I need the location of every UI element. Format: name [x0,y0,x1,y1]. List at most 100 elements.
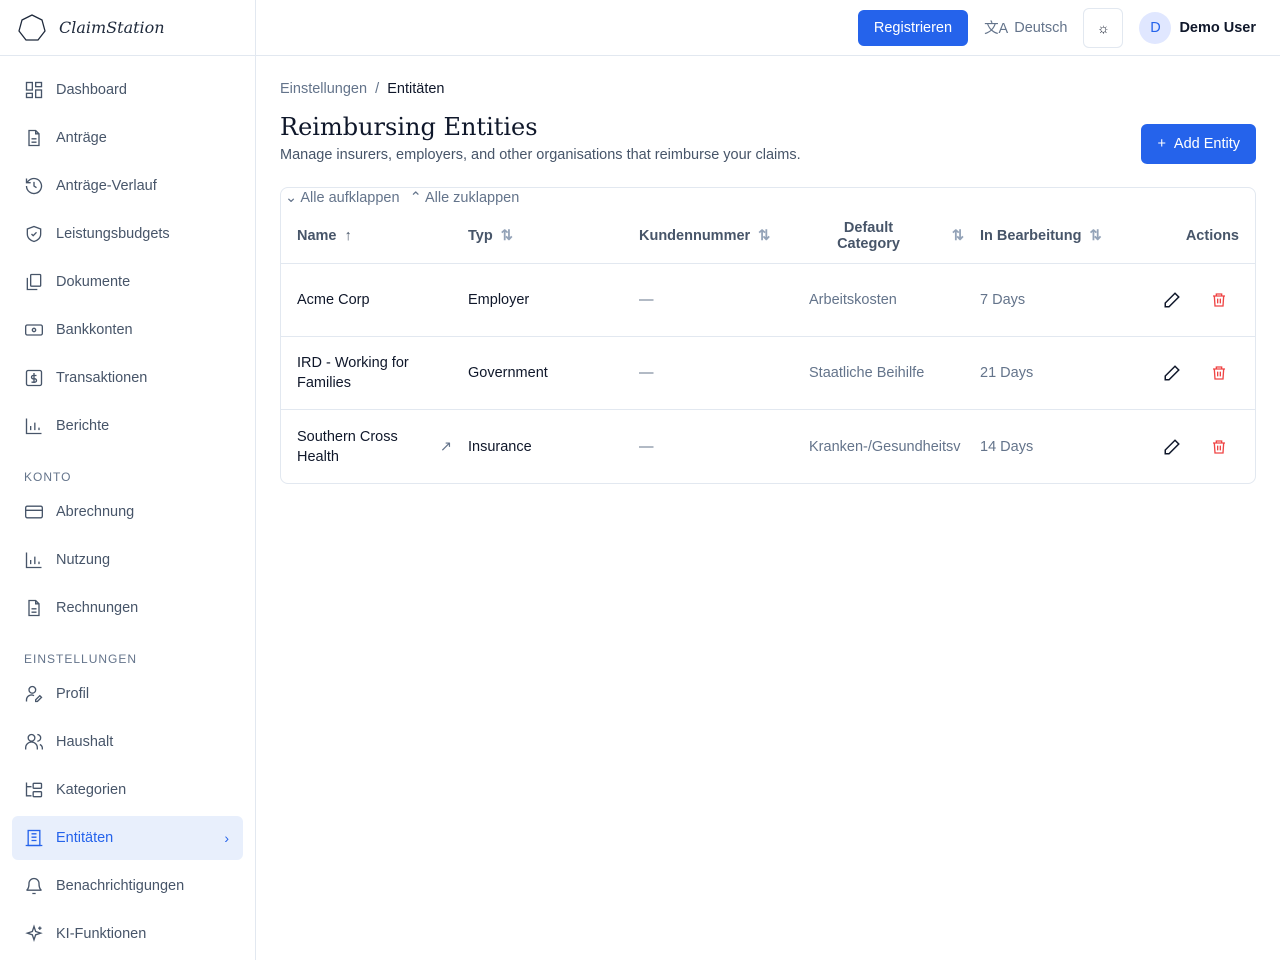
language-label: Deutsch [1014,19,1068,36]
column-label: Typ [468,227,493,244]
sort-icon: ⇅ [758,227,771,244]
sidebar-item-label: Kategorien [56,782,127,798]
delete-icon[interactable] [1211,438,1227,456]
ki-funktionen-icon [25,924,43,942]
sidebar: ClaimStation Dashboard Anträge Anträge-Ver… [0,0,256,960]
sidebar-item-abrechnung[interactable]: Abrechnung [12,490,243,534]
dashboard-icon [25,81,43,99]
sidebar-section-title: EINSTELLUNGEN [24,652,138,666]
plus-icon: + [1157,136,1166,152]
sidebar-item-antr-ge[interactable]: Anträge [12,116,243,160]
entities-table: ⌄ Alle aufklappen ⌃ Alle zuklappen Name ↑… [280,187,1256,484]
sort-icon: ⇅ [1089,227,1102,244]
abrechnung-icon [25,505,43,519]
sidebar-item-berichte[interactable]: Berichte [12,404,243,448]
antr-ge-icon [28,129,40,147]
entity-type: Insurance [468,438,532,455]
entity-name: Acme Corp [297,292,370,308]
entity-type: Employer [468,292,530,308]
sidebar-item-label: Dokumente [56,274,131,290]
delete-icon[interactable] [1211,291,1227,309]
external-link-icon[interactable]: ↗ [440,437,452,457]
breadcrumb-settings[interactable]: Einstellungen [280,81,367,97]
sidebar-item-profil[interactable]: Profil [12,672,243,716]
sidebar-item-transaktionen[interactable]: Transaktionen [12,356,243,400]
chevron-right-icon: › [224,830,229,846]
sort-icon: ⇅ [500,227,513,244]
table-row[interactable]: Southern Cross Health ↗ Insurance — Kranken-… [281,410,1255,483]
column-type[interactable]: Typ ⇅ [468,228,639,244]
sidebar-item-rechnungen[interactable]: Rechnungen [12,586,243,630]
column-default-category[interactable]: Default Category ⇅ [809,220,980,252]
sidebar-item-leistungsbudgets[interactable]: Leistungsbudgets [12,212,243,256]
translate-icon: 文A [984,21,1009,37]
user-menu[interactable]: D Demo User [1139,11,1256,44]
expand-all-button[interactable]: ⌄ Alle aufklappen [285,190,400,206]
sidebar-item-antr-ge-verlauf[interactable]: Anträge-Verlauf [12,164,243,208]
collapse-all-label: Alle zuklappen [424,190,520,206]
processing-time: 21 Days [980,365,1034,381]
sidebar-item-label: Nutzung [56,552,111,568]
delete-icon[interactable] [1211,364,1227,382]
sidebar-section-title: KONTO [24,470,72,484]
sidebar-item-label: Berichte [56,418,110,434]
processing-time: 14 Days [980,438,1034,455]
logo[interactable]: ClaimStation [0,0,255,56]
topbar: Registrieren 文A Deutsch ☼ D Demo User [256,0,1280,56]
edit-icon[interactable] [1163,364,1181,382]
table-row[interactable]: Acme Corp Employer — Arbeitskosten 7 Days [281,264,1255,337]
sidebar-item-label: Abrechnung [56,504,135,520]
customer-number: — [639,292,654,308]
sun-icon: ☼ [1097,19,1110,36]
entit-ten-icon [25,829,43,847]
column-processing[interactable]: In Bearbeitung ⇅ [980,228,1151,244]
sidebar-item-label: Entitäten [56,830,114,846]
add-entity-label: Add Entity [1173,136,1240,152]
berichte-icon [25,418,42,435]
sort-icon: ⇅ [951,227,964,244]
processing-time: 7 Days [980,292,1026,308]
profil-icon [25,685,43,703]
sidebar-item-ki-funktionen[interactable]: KI-Funktionen [12,912,243,956]
sidebar-item-benachrichtigungen[interactable]: Benachrichtigungen [12,864,243,908]
sidebar-item-dashboard[interactable]: Dashboard [12,68,243,112]
logo-icon [18,13,46,41]
default-category: Staatliche Beihilfe [809,365,925,381]
nutzung-icon [25,552,42,569]
column-name[interactable]: Name ↑ [297,228,468,244]
main-content: Einstellungen / Entitäten Reimbursing En… [280,56,1256,484]
haushalt-icon [25,733,43,750]
column-label: Name [297,227,337,244]
default-category: Kranken-/Gesundheitsv [809,438,961,455]
register-button[interactable]: Registrieren [857,9,969,46]
customer-number: — [639,365,654,381]
column-label: In Bearbeitung [980,227,1082,244]
collapse-all-button[interactable]: ⌃ Alle zuklappen [410,190,520,206]
leistungsbudgets-icon [26,225,42,243]
sidebar-item-haushalt[interactable]: Haushalt [12,720,243,764]
sidebar-item-entit-ten[interactable]: Entitäten › [12,816,243,860]
expand-all-label: Alle aufklappen [300,190,400,206]
benachrichtigungen-icon [26,877,42,895]
sidebar-item-label: Anträge-Verlauf [56,178,157,194]
column-label: Kundennummer [639,227,751,244]
sidebar-item-bankkonten[interactable]: Bankkonten [12,308,243,352]
theme-toggle-button[interactable]: ☼ [1083,7,1124,48]
user-name: Demo User [1179,19,1256,36]
sidebar-item-label: Haushalt [56,734,114,750]
language-switcher[interactable]: 文A Deutsch [984,17,1067,38]
entity-name: Southern Cross Health [297,428,398,465]
sidebar-item-label: Rechnungen [56,600,139,616]
table-row[interactable]: IRD - Working for Families Government — Sta… [281,337,1255,410]
column-actions: Actions [1185,227,1239,244]
column-customer-number[interactable]: Kundennummer ⇅ [639,228,809,244]
edit-icon[interactable] [1163,438,1181,456]
edit-icon[interactable] [1163,291,1181,309]
sidebar-item-nutzung[interactable]: Nutzung [12,538,243,582]
sidebar-item-dokumente[interactable]: Dokumente [12,260,243,304]
add-entity-button[interactable]: + Add Entity [1141,124,1256,164]
avatar: D [1139,11,1172,44]
breadcrumb-current: Entitäten [387,81,445,97]
page-subtitle: Manage insurers, employers, and other or… [280,147,801,163]
sidebar-item-kategorien[interactable]: Kategorien [12,768,243,812]
